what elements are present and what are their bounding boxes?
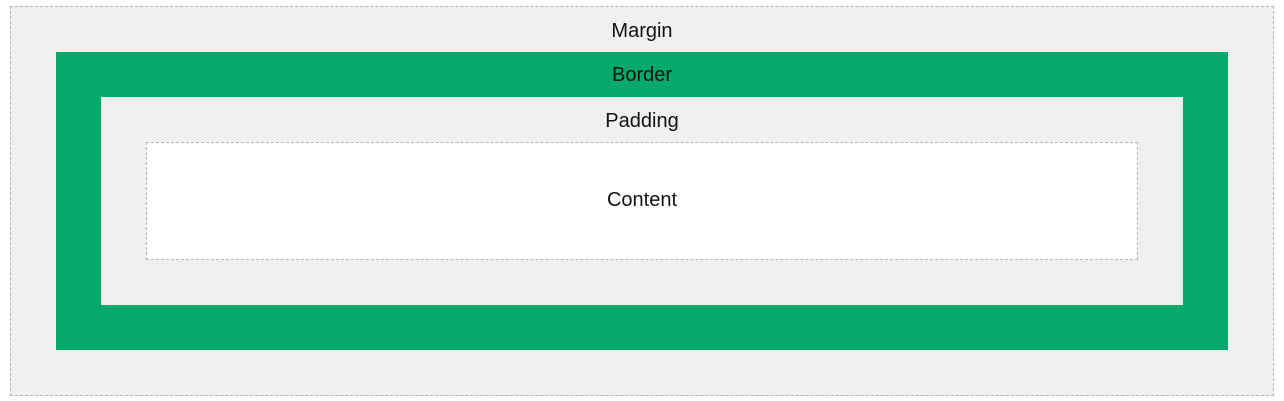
border-label: Border: [611, 64, 673, 86]
content-label: Content: [606, 189, 678, 211]
padding-label: Padding: [605, 110, 679, 132]
content-area: Content: [146, 142, 1138, 260]
margin-label: Margin: [611, 20, 673, 42]
